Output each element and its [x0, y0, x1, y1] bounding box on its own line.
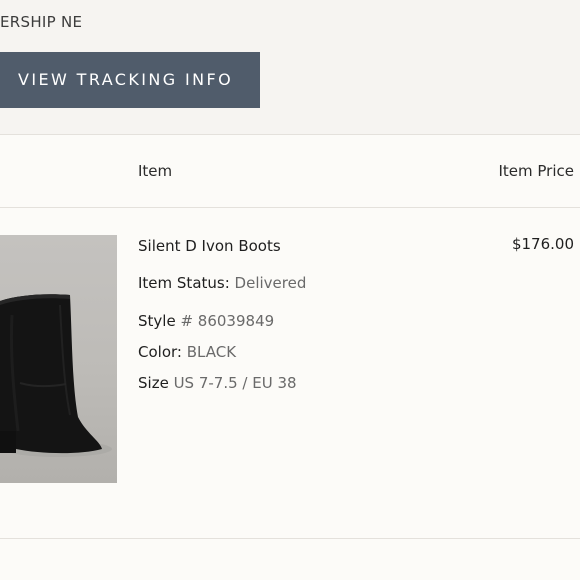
black-boot-icon: [0, 294, 112, 457]
size-row: Size US 7-7.5 / EU 38: [138, 374, 297, 392]
style-value: # 86039849: [180, 312, 275, 330]
shipping-address-text: ERSHIP NE: [0, 13, 83, 31]
view-tracking-info-button[interactable]: VIEW TRACKING INFO: [0, 52, 260, 108]
row-divider: [0, 538, 580, 539]
table-header-row: Item Item Price: [0, 135, 580, 208]
size-label: Size: [138, 374, 169, 392]
color-value: BLACK: [186, 343, 237, 361]
style-label: Style: [138, 312, 176, 330]
size-value: US 7-7.5 / EU 38: [173, 374, 297, 392]
item-status-row: Item Status: Delivered: [138, 274, 306, 292]
product-price: $176.00: [511, 235, 574, 253]
color-row: Color: BLACK: [138, 343, 236, 361]
style-row: Style # 86039849: [138, 312, 274, 330]
column-header-item-price: Item Price: [498, 162, 574, 180]
item-status-value: Delivered: [234, 274, 307, 292]
product-name[interactable]: Silent D Ivon Boots: [138, 237, 281, 255]
item-status-label: Item Status:: [138, 274, 230, 292]
column-header-item: Item: [138, 162, 173, 180]
product-image[interactable]: [0, 235, 117, 483]
color-label: Color:: [138, 343, 182, 361]
order-items-table: Item Item Price Silent D Ivon Boots $176…: [0, 134, 580, 580]
order-summary-header: ERSHIP NE VIEW TRACKING INFO: [0, 0, 580, 134]
